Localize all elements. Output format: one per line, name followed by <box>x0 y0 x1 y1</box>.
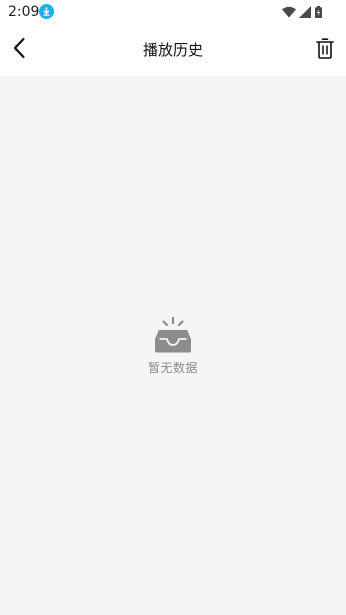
download-notification-icon <box>39 4 54 19</box>
status-bar: 2:09 <box>0 0 346 24</box>
status-icons <box>282 4 322 20</box>
history-list: 暂无数据 <box>0 76 346 615</box>
cellular-signal-icon <box>299 6 311 18</box>
app-bar: 播放历史 <box>0 24 346 76</box>
trash-icon <box>316 37 334 63</box>
status-time: 2:09 <box>8 4 40 20</box>
empty-state: 暂无数据 <box>0 317 346 376</box>
wifi-icon <box>282 6 296 18</box>
empty-inbox-icon <box>154 317 192 353</box>
back-button[interactable] <box>4 35 34 65</box>
chevron-left-icon <box>12 37 26 63</box>
delete-history-button[interactable] <box>310 35 340 65</box>
battery-charging-icon <box>315 6 322 18</box>
page-title: 播放历史 <box>142 41 203 59</box>
empty-state-message: 暂无数据 <box>147 361 198 375</box>
